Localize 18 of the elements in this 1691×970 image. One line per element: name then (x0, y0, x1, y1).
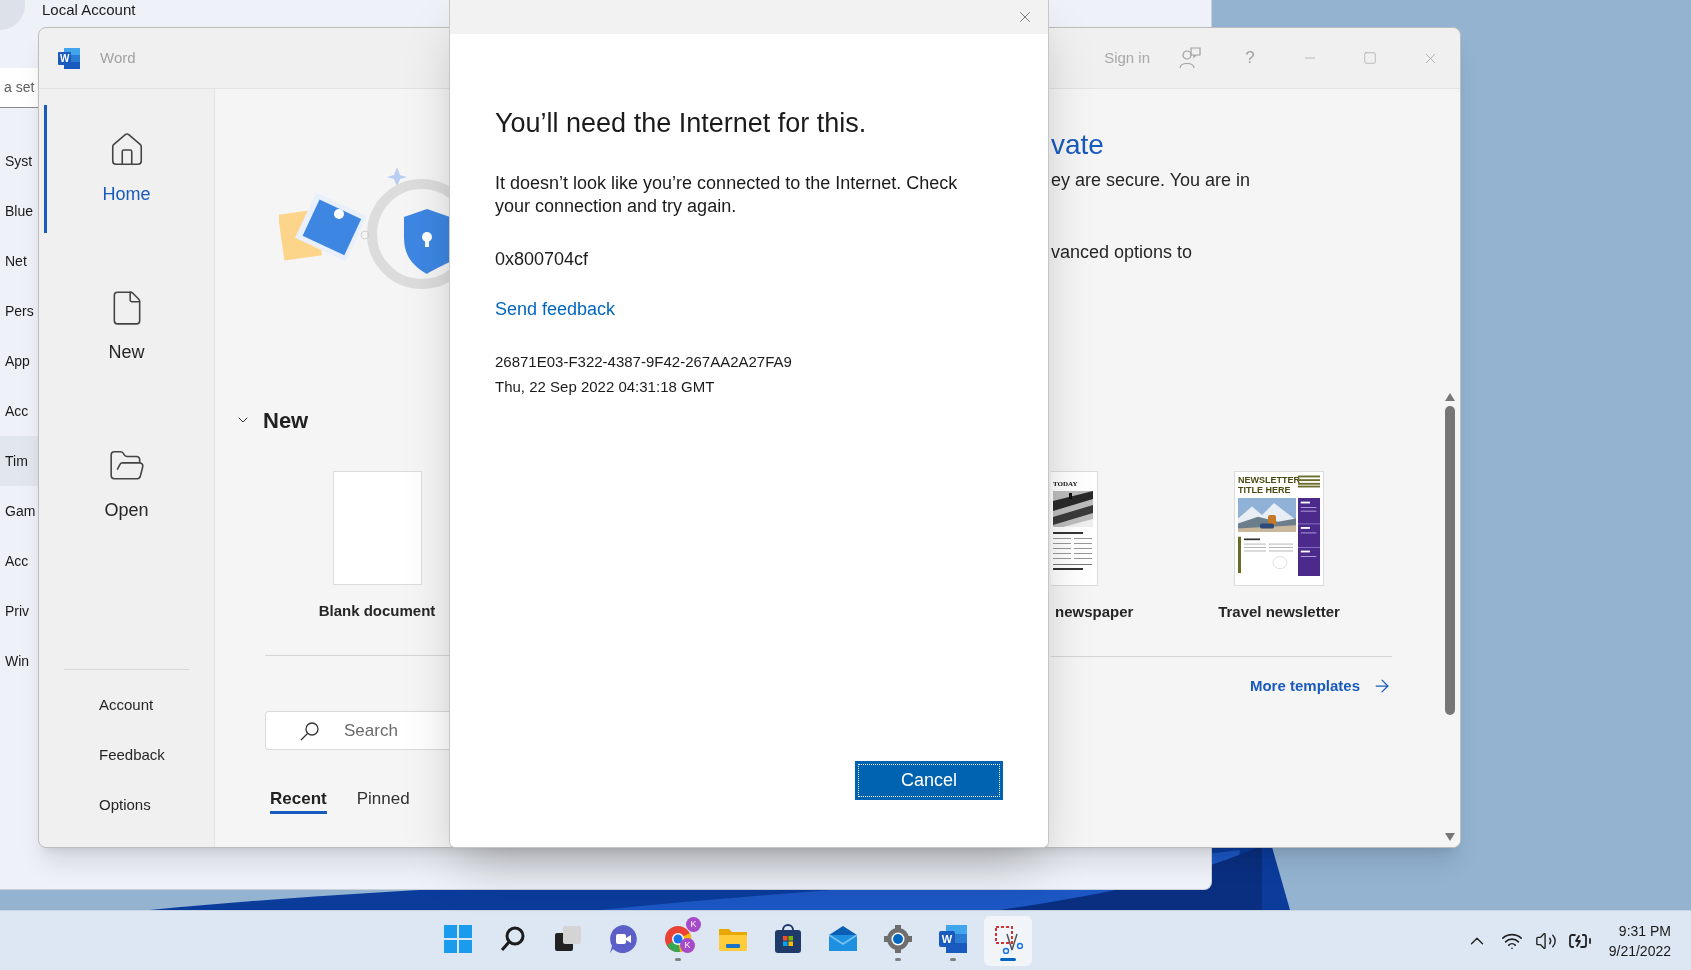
snipping-scissors-icon (993, 924, 1023, 954)
windows-logo-icon (443, 924, 473, 954)
clock-button[interactable]: 9:31 PM 9/21/2022 (1608, 920, 1671, 961)
word-app-icon (938, 924, 968, 954)
running-indicator (950, 958, 956, 961)
taskbar-app[interactable]: W (929, 915, 977, 966)
store-bag-icon (773, 924, 803, 954)
profile-badge: K (686, 916, 701, 932)
running-indicator (675, 958, 681, 961)
logo-letter: W (940, 932, 954, 946)
stacked-windows-icon (553, 924, 583, 954)
search-icon (499, 925, 527, 953)
video-chat-icon (608, 924, 638, 954)
running-indicator (1000, 958, 1016, 961)
mail-icon (828, 924, 858, 954)
gear-icon (883, 924, 913, 954)
running-indicator (895, 958, 901, 961)
taskbar-app[interactable]: K K (654, 915, 702, 966)
